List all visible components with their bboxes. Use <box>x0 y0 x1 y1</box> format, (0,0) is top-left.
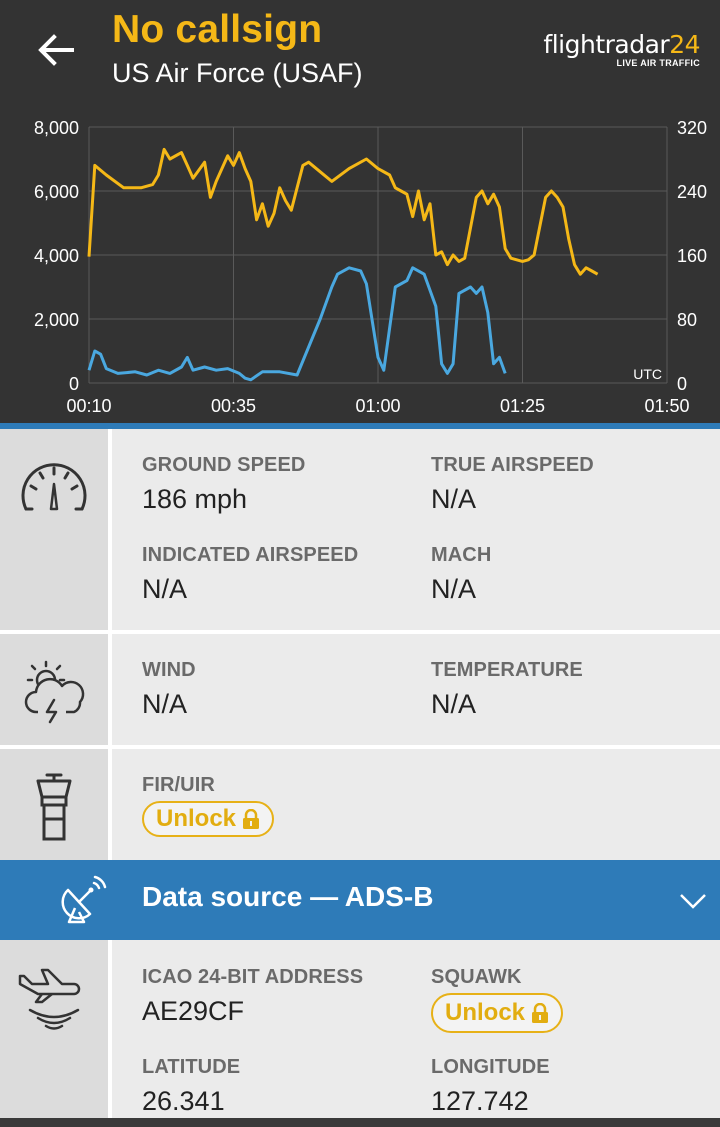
longitude-value: 127.742 <box>431 1086 529 1116</box>
chart-x-tick-label: 01:50 <box>644 396 689 416</box>
chart-x-tick-label: 01:00 <box>355 396 400 416</box>
control-tower-icon <box>36 773 72 841</box>
flightradar24-logo: flightradar24 LIVE AIR TRAFFIC <box>543 30 700 68</box>
adsb-section: ICAO 24-BIT ADDRESS AE29CF SQUAWK Unlock… <box>0 940 720 1118</box>
fir-column-separator <box>108 749 112 860</box>
chart-x-tick-label: 00:10 <box>66 396 111 416</box>
chart-x-tick-label: 01:25 <box>500 396 545 416</box>
ground-speed-label: GROUND SPEED <box>142 454 306 476</box>
app-header: No callsign US Air Force (USAF) flightra… <box>0 0 720 108</box>
mach-label: MACH <box>431 544 492 566</box>
chart-y-right-tick-label: 320 <box>677 118 707 138</box>
chart-y-left-tick-label: 2,000 <box>34 310 79 330</box>
chart-series-line-blue <box>87 266 507 382</box>
squawk-label: SQUAWK <box>431 966 522 988</box>
indicated-airspeed-value: N/A <box>142 574 188 604</box>
fir-unlock-label: Unlock <box>156 805 237 832</box>
adsb-icon-column <box>0 940 108 1118</box>
wind-label: WIND <box>142 659 196 681</box>
speed-icon-column <box>0 429 108 630</box>
chart-y-right-tick-label: 240 <box>677 182 707 202</box>
chart-x-tick-label: 00:35 <box>211 396 256 416</box>
true-airspeed-value: N/A <box>431 484 477 514</box>
fir-icon-column <box>0 749 108 860</box>
data-source-label: Data source — ADS-B <box>142 881 434 912</box>
flight-callsign-title: No callsign <box>112 8 323 51</box>
fir-uir-label: FIR/UIR <box>142 774 215 796</box>
longitude-label: LONGITUDE <box>431 1056 550 1078</box>
chart-y-left-tick-label: 8,000 <box>34 118 79 138</box>
chart-y-left-tick-label: 6,000 <box>34 182 79 202</box>
indicated-airspeed-label: INDICATED AIRSPEED <box>142 544 359 566</box>
chart-y-left-tick-label: 4,000 <box>34 246 79 266</box>
chart-y-right-tick-label: 0 <box>677 374 687 394</box>
airline-subtitle: US Air Force (USAF) <box>112 58 363 88</box>
speed-column-separator <box>108 429 112 630</box>
latitude-value: 26.341 <box>142 1086 225 1116</box>
lock-icon <box>243 809 260 829</box>
true-airspeed-label: TRUE AIRSPEED <box>431 454 594 476</box>
bottom-bar <box>0 1118 720 1127</box>
chart-y-right-tick-label: 160 <box>677 246 707 266</box>
icao-address-value: AE29CF <box>142 996 245 1026</box>
wind-value: N/A <box>142 689 188 719</box>
back-arrow-icon[interactable] <box>34 28 78 72</box>
logo-name: flightradar <box>543 30 670 59</box>
weather-section: WIND N/A TEMPERATURE N/A <box>0 634 720 745</box>
speedometer-icon <box>21 463 87 511</box>
satellite-dish-icon <box>61 875 107 924</box>
icao-address-label: ICAO 24-BIT ADDRESS <box>142 966 364 988</box>
latitude-label: LATITUDE <box>142 1056 241 1078</box>
chart-svg: 0 2,000 4,000 6,000 8,000 0 80 160 240 320 00:10 00… <box>34 118 707 416</box>
mach-value: N/A <box>431 574 477 604</box>
chart-y-right-tick-label: 80 <box>677 310 697 330</box>
chevron-down-icon <box>680 894 706 909</box>
temperature-label: TEMPERATURE <box>431 659 583 681</box>
lock-icon <box>532 1003 549 1023</box>
fir-section: FIR/UIR Unlock <box>0 749 720 860</box>
weather-storm-icon <box>24 660 85 724</box>
adsb-column-separator <box>108 940 112 1118</box>
chart-utc-label: UTC <box>633 366 662 382</box>
chart-y-left-tick-label: 0 <box>69 374 79 394</box>
fir-unlock-button[interactable]: Unlock <box>142 801 275 837</box>
logo-number: 24 <box>669 30 700 59</box>
ground-speed-value: 186 mph <box>142 484 248 514</box>
squawk-unlock-label: Unlock <box>445 999 526 1026</box>
squawk-unlock-button[interactable]: Unlock <box>431 993 564 1033</box>
speed-section: GROUND SPEED 186 mph TRUE AIRSPEED N/A I… <box>0 429 720 630</box>
weather-column-separator <box>108 634 112 745</box>
temperature-value: N/A <box>431 689 477 719</box>
altitude-speed-chart[interactable]: 0 2,000 4,000 6,000 8,000 0 80 160 240 320 00:10 00… <box>0 108 720 426</box>
aircraft-signal-icon <box>18 968 81 1030</box>
data-source-toggle[interactable]: Data source — ADS-B <box>0 860 720 940</box>
weather-icon-column <box>0 634 108 745</box>
